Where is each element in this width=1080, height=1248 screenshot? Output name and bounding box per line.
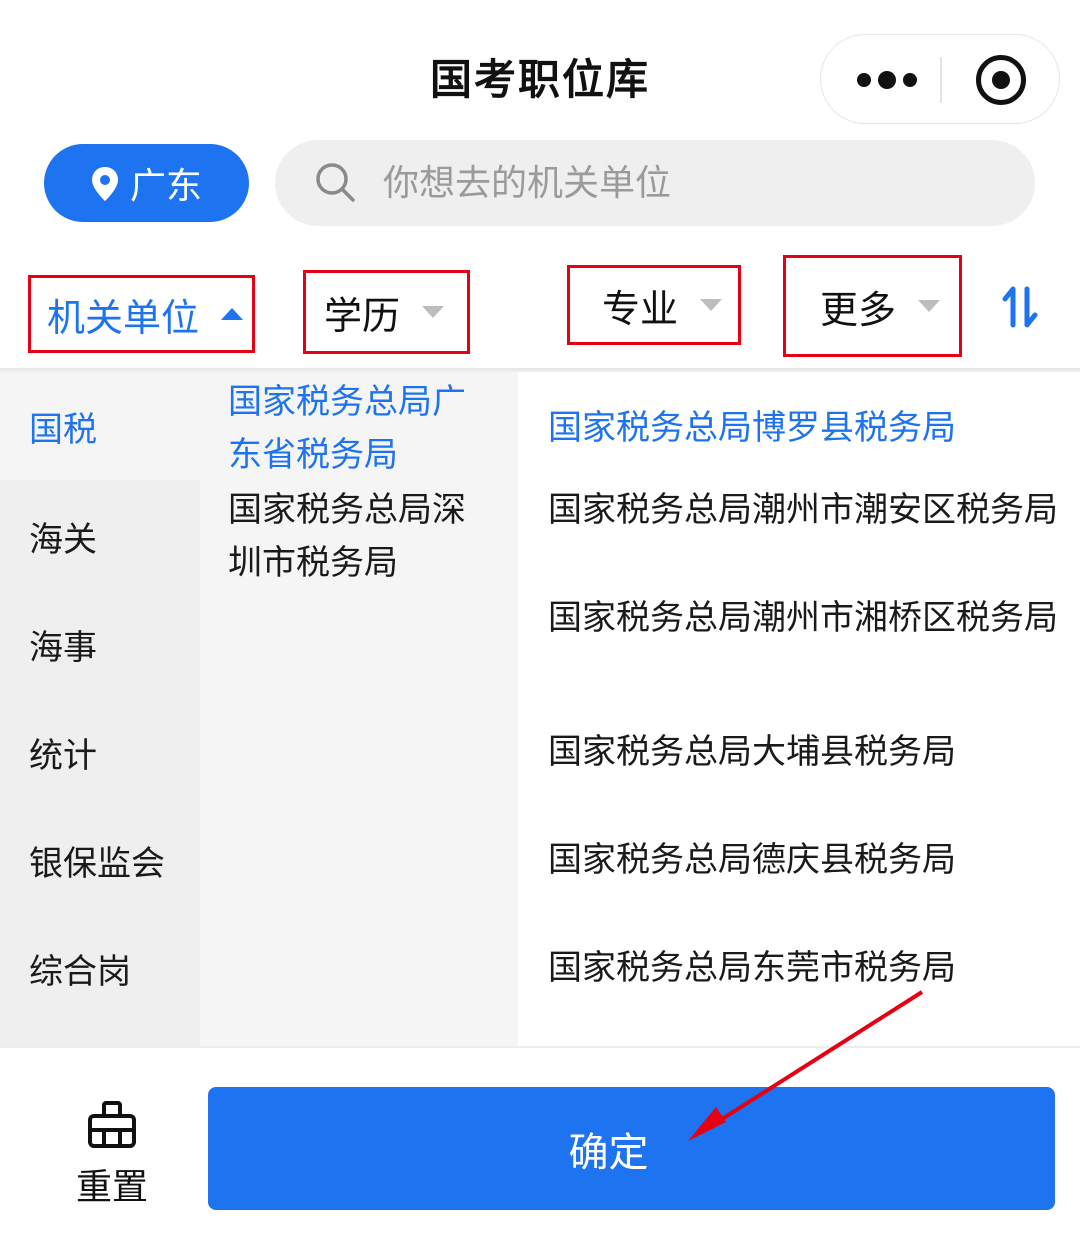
- capsule-divider: [940, 57, 942, 103]
- search-input[interactable]: [383, 140, 983, 226]
- search-bar[interactable]: [275, 140, 1035, 226]
- close-mini-program-icon[interactable]: [976, 55, 1026, 105]
- category-item-tongji[interactable]: 统计: [0, 698, 200, 806]
- filter-tab-label: 学历: [324, 293, 401, 338]
- office-column: 国家税务总局博罗县税务局 国家税务总局潮州市潮安区税务局 国家税务总局潮州市湘桥…: [518, 372, 1080, 1046]
- filter-tab-label: 专业: [602, 286, 679, 331]
- confirm-button[interactable]: 确定: [208, 1087, 1055, 1210]
- category-item-haishi[interactable]: 海事: [0, 590, 200, 698]
- filter-tab-label: 机关单位: [47, 295, 200, 340]
- more-options-icon[interactable]: [857, 65, 917, 95]
- category-item-haiguan[interactable]: 海关: [0, 482, 200, 590]
- caret-down-icon: [700, 299, 723, 311]
- search-icon: [316, 163, 355, 202]
- subunit-item-guangdong[interactable]: 国家税务总局广东省税务局: [228, 376, 498, 482]
- category-item-zonghegang[interactable]: 综合岗: [0, 914, 200, 1022]
- category-column: 国税 海关 海事 统计 银保监会 综合岗: [0, 372, 200, 1046]
- category-item-yinbaojianhui[interactable]: 银保监会: [0, 806, 200, 914]
- filter-tab-label: 更多: [820, 287, 897, 332]
- office-item[interactable]: 国家税务总局博罗县税务局: [548, 402, 1068, 455]
- office-item[interactable]: 国家税务总局潮州市湘桥区税务局: [548, 592, 1068, 645]
- unit-picker-panel: 国税 海关 海事 统计 银保监会 综合岗 国家税务总局广东省税务局 国家税务总局…: [0, 372, 1080, 1046]
- reset-button[interactable]: 重置: [60, 1158, 164, 1210]
- sort-icon[interactable]: [1000, 285, 1040, 329]
- office-item[interactable]: 国家税务总局大埔县税务局: [548, 726, 1068, 779]
- caret-down-icon: [422, 306, 445, 318]
- location-pin-icon: [92, 167, 118, 201]
- filter-tab-unit[interactable]: 机关单位: [28, 275, 255, 353]
- office-item[interactable]: 国家税务总局东莞市税务局: [548, 942, 1068, 995]
- location-button[interactable]: 广东: [44, 144, 249, 222]
- filter-tab-more[interactable]: 更多: [783, 255, 962, 357]
- broom-icon[interactable]: [87, 1100, 137, 1150]
- caret-up-icon: [221, 308, 244, 320]
- subunit-item-shenzhen[interactable]: 国家税务总局深圳市税务局: [228, 484, 498, 590]
- mini-program-capsule: [820, 34, 1060, 124]
- location-label: 广东: [130, 166, 203, 207]
- footer-divider: [0, 1046, 1080, 1048]
- filter-tab-major[interactable]: 专业: [567, 265, 741, 345]
- category-item-guoshui[interactable]: 国税: [0, 372, 200, 480]
- subunit-column: 国家税务总局广东省税务局 国家税务总局深圳市税务局: [200, 372, 518, 1046]
- filter-tab-education[interactable]: 学历: [303, 270, 470, 354]
- caret-down-icon: [918, 300, 941, 312]
- office-item[interactable]: 国家税务总局德庆县税务局: [548, 834, 1068, 887]
- filter-bar: 机关单位 学历 专业 更多: [0, 255, 1080, 370]
- office-item[interactable]: 国家税务总局潮州市潮安区税务局: [548, 484, 1068, 537]
- confirm-label: 确定: [568, 1129, 649, 1176]
